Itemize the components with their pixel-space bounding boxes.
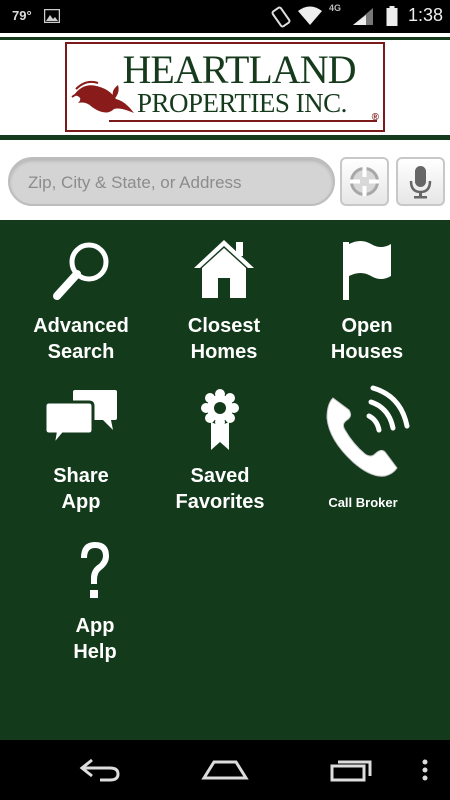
back-icon[interactable] [78,756,122,789]
system-nav-bar [0,740,450,800]
open-houses-label-line2: Houses [330,341,404,363]
logo-underline [109,120,377,122]
call-broker-label: Call Broker [328,495,398,510]
main-menu: Advanced Search Closest Homes Open House… [0,220,450,740]
clock: 1:38 [408,5,444,25]
home-icon[interactable] [200,756,250,789]
share-app-button[interactable]: Share App [6,388,156,538]
saved-favorites-button[interactable]: Saved Favorites [145,388,295,538]
recents-icon[interactable] [330,756,374,789]
microphone-icon [409,166,432,199]
screen-rotation-icon [270,6,292,33]
app-help-button[interactable]: App Help [20,538,170,688]
search-area: Zip, City & State, or Address [0,143,450,220]
closest-homes-label-line2: Homes [190,341,258,363]
search-placeholder: Zip, City & State, or Address [28,173,242,192]
app-help-label-line1: App [75,615,115,637]
share-app-label-line1: Share [53,465,109,487]
crosshair-icon [350,167,379,196]
phone-icon [288,384,438,484]
network-type: 4G [329,3,342,13]
call-broker-button[interactable]: Call Broker [288,384,438,534]
signal-icon [352,7,374,30]
app-header: HEARTLAND PROPERTIES INC. ® [0,33,450,143]
saved-favorites-label-line1: Saved [190,465,250,487]
status-bar: 79° 4G 1:38 [0,0,450,33]
voice-search-button[interactable] [396,157,445,206]
wifi-icon [297,6,323,31]
temperature-text: 79° [12,8,32,23]
closest-homes-button[interactable]: Closest Homes [149,238,299,388]
logo-line1: HEARTLAND [122,47,356,92]
closest-homes-label-line1: Closest [187,315,261,337]
header-top-rule [0,37,450,40]
advanced-search-button[interactable]: Advanced Search [6,238,156,388]
heartland-logo: HEARTLAND PROPERTIES INC. ® [65,42,385,132]
open-houses-label-line1: Open [341,315,393,337]
current-location-button[interactable] [340,157,389,206]
advanced-search-label-line2: Search [47,341,115,363]
advanced-search-label-line1: Advanced [33,315,129,337]
share-app-label-line2: App [61,491,101,513]
registered-mark: ® [371,112,379,123]
header-bottom-rule [0,135,450,140]
saved-favorites-label-line2: Favorites [175,491,265,513]
search-input[interactable]: Zip, City & State, or Address [8,157,335,206]
open-houses-button[interactable]: Open Houses [292,238,442,388]
overflow-menu-icon[interactable] [420,756,430,789]
logo-line2: PROPERTIES INC. [137,88,347,118]
image-icon [43,8,61,28]
battery-icon [386,6,398,31]
app-help-label-line2: Help [73,641,117,663]
